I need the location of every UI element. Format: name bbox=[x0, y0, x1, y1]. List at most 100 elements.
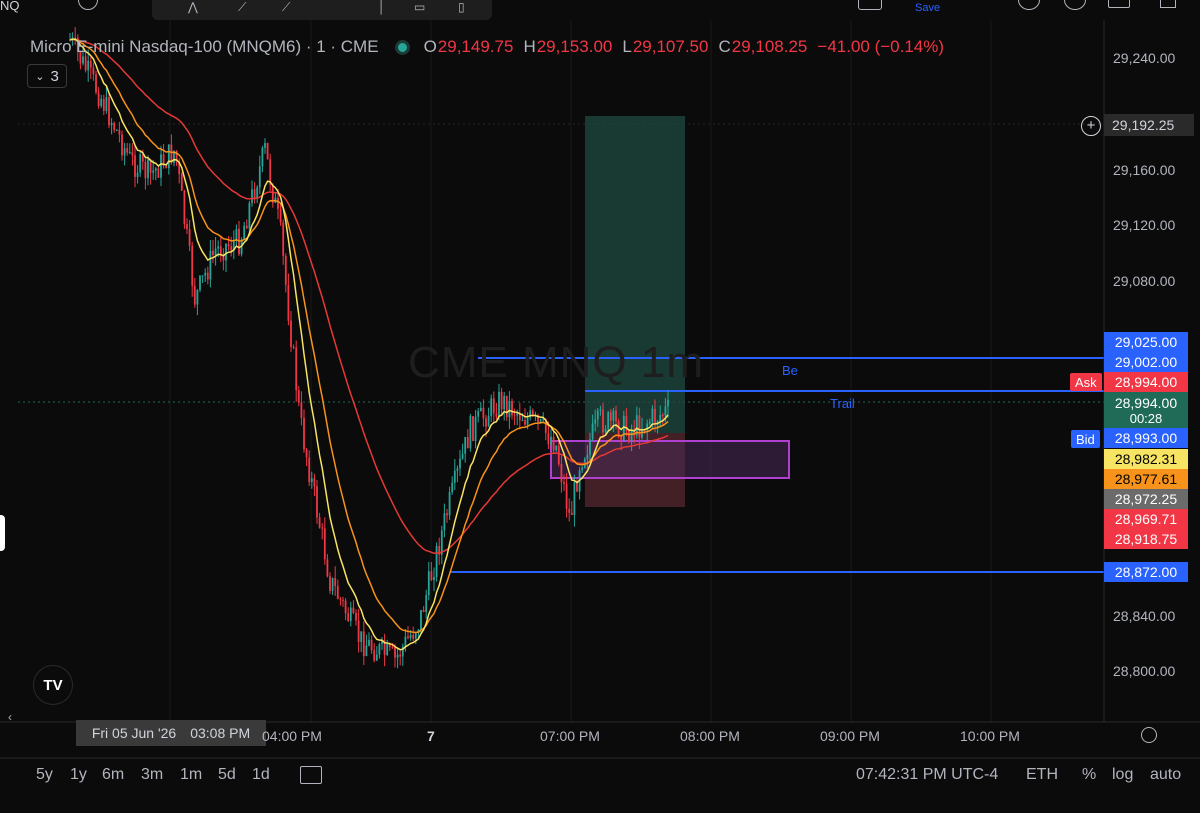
price-tag[interactable]: 29,002.00 bbox=[1104, 352, 1188, 372]
range-3m-button[interactable]: 3m bbox=[141, 766, 163, 784]
save-button[interactable]: Save bbox=[915, 2, 940, 14]
scroll-left-icon[interactable]: ‹ bbox=[8, 710, 12, 724]
candle-body bbox=[287, 284, 290, 321]
candle-body bbox=[407, 636, 409, 639]
chevron-down-icon: ⌄ bbox=[35, 70, 45, 83]
candle-body bbox=[329, 576, 331, 591]
path-tool-icon[interactable]: ⋀ bbox=[188, 0, 206, 14]
price-tag[interactable]: 28,872.00 bbox=[1104, 562, 1188, 582]
candle-body bbox=[152, 170, 155, 173]
candle-body bbox=[394, 647, 396, 658]
price-tag[interactable]: 29,025.00 bbox=[1104, 332, 1188, 352]
high-label: H bbox=[523, 37, 536, 56]
candle-body bbox=[316, 486, 318, 518]
ema-fast-tag: 28,982.31 bbox=[1104, 449, 1188, 469]
tradingview-logo[interactable]: TV bbox=[33, 665, 73, 705]
candle-body bbox=[615, 410, 617, 422]
candle-body bbox=[638, 415, 641, 438]
candle-body bbox=[261, 147, 264, 167]
indicators-toggle[interactable]: ⌄ 3 bbox=[27, 64, 67, 88]
line-tool-icon[interactable]: ⟋ bbox=[238, 0, 256, 14]
candle-body bbox=[477, 411, 480, 417]
vline-tool-icon[interactable]: │ bbox=[378, 0, 396, 14]
candle-body bbox=[420, 609, 422, 630]
log-button[interactable]: log bbox=[1112, 766, 1133, 784]
range-5d-button[interactable]: 5d bbox=[218, 766, 236, 784]
candle-body bbox=[620, 436, 623, 441]
candle-body bbox=[443, 513, 446, 531]
candle-body bbox=[440, 530, 443, 555]
time-tick: 07:00 PM bbox=[540, 728, 600, 744]
clock-label[interactable]: 07:42:31 PM UTC-4 bbox=[856, 766, 998, 784]
candle-body bbox=[573, 482, 576, 515]
candle-body bbox=[648, 422, 651, 424]
price-chart[interactable] bbox=[0, 0, 1200, 813]
ray-tool-icon[interactable]: ⟋ bbox=[282, 0, 300, 14]
candle-body bbox=[589, 439, 591, 455]
candle-body bbox=[227, 243, 230, 247]
candle-body bbox=[365, 645, 368, 657]
candle-body bbox=[201, 275, 204, 277]
candle-body bbox=[667, 399, 669, 407]
candle-body bbox=[427, 571, 430, 596]
be-label: Be bbox=[782, 363, 798, 378]
price-tick: 29,240.00 bbox=[1113, 50, 1176, 66]
candle-body bbox=[430, 571, 433, 581]
candle-body bbox=[560, 464, 563, 483]
price-tag[interactable]: 28,994.00 bbox=[1104, 372, 1188, 392]
range-1y-button[interactable]: 1y bbox=[70, 766, 87, 784]
candle-body bbox=[355, 612, 357, 621]
candle-body bbox=[188, 229, 191, 246]
candle-body bbox=[251, 189, 253, 204]
session-button[interactable]: ETH bbox=[1026, 766, 1058, 784]
candle-body bbox=[206, 272, 209, 280]
candle-body bbox=[323, 528, 326, 560]
auto-button[interactable]: auto bbox=[1150, 766, 1181, 784]
candle-body bbox=[300, 402, 303, 418]
candle-body bbox=[659, 415, 662, 422]
symbol-title[interactable]: Micro E-mini Nasdaq-100 (MNQM6) · 1 · CM… bbox=[30, 37, 379, 57]
candle-body bbox=[505, 395, 508, 418]
chart-settings-icon[interactable] bbox=[1141, 727, 1157, 743]
candle-body bbox=[609, 412, 612, 421]
price-tag[interactable]: 28,993.00 bbox=[1104, 428, 1188, 448]
price-tag: 28,918.75 bbox=[1104, 529, 1188, 549]
percent-button[interactable]: % bbox=[1082, 766, 1096, 784]
rect-tool-icon[interactable]: ▭ bbox=[414, 0, 432, 14]
text-tool-icon[interactable]: ▯ bbox=[458, 0, 476, 14]
candle-body bbox=[386, 644, 389, 655]
candle-body bbox=[472, 416, 474, 441]
candle-body bbox=[284, 256, 287, 285]
candle-body bbox=[412, 634, 415, 639]
ask-label[interactable]: Ask bbox=[1070, 373, 1102, 391]
candle-body bbox=[628, 431, 630, 442]
range-1d-button[interactable]: 1d bbox=[252, 766, 270, 784]
trail-label: Trail bbox=[830, 396, 855, 411]
candle-body bbox=[245, 225, 248, 229]
candle-body bbox=[373, 650, 376, 661]
camera-icon[interactable] bbox=[1108, 0, 1130, 8]
bid-label[interactable]: Bid bbox=[1071, 430, 1100, 448]
range-5y-button[interactable]: 5y bbox=[36, 766, 53, 784]
candle-body bbox=[352, 607, 355, 613]
candle-body bbox=[453, 470, 456, 483]
candle-body bbox=[128, 152, 131, 154]
range-1m-button[interactable]: 1m bbox=[180, 766, 202, 784]
symbol-watermark: CME MNQ 1m bbox=[408, 338, 704, 387]
drawing-toolbar[interactable]: ⋀ ⟋ ⟋ │ ▭ ▯ bbox=[152, 0, 492, 20]
market-open-icon bbox=[394, 39, 410, 55]
candle-body bbox=[490, 398, 493, 417]
candle-body bbox=[217, 246, 220, 249]
candle-body bbox=[326, 559, 329, 577]
ticker-fragment[interactable]: NQ bbox=[0, 0, 20, 13]
candle-body bbox=[193, 285, 196, 305]
date-range-icon[interactable] bbox=[300, 766, 322, 784]
range-6m-button[interactable]: 6m bbox=[102, 766, 124, 784]
candle-body bbox=[170, 144, 173, 163]
candle-body bbox=[92, 67, 95, 75]
candle-body bbox=[204, 272, 207, 276]
add-alert-icon[interactable]: + bbox=[1081, 116, 1101, 136]
fullscreen-icon[interactable] bbox=[1160, 0, 1176, 8]
sidebar-handle[interactable] bbox=[0, 515, 5, 551]
layout-icon[interactable] bbox=[858, 0, 882, 10]
